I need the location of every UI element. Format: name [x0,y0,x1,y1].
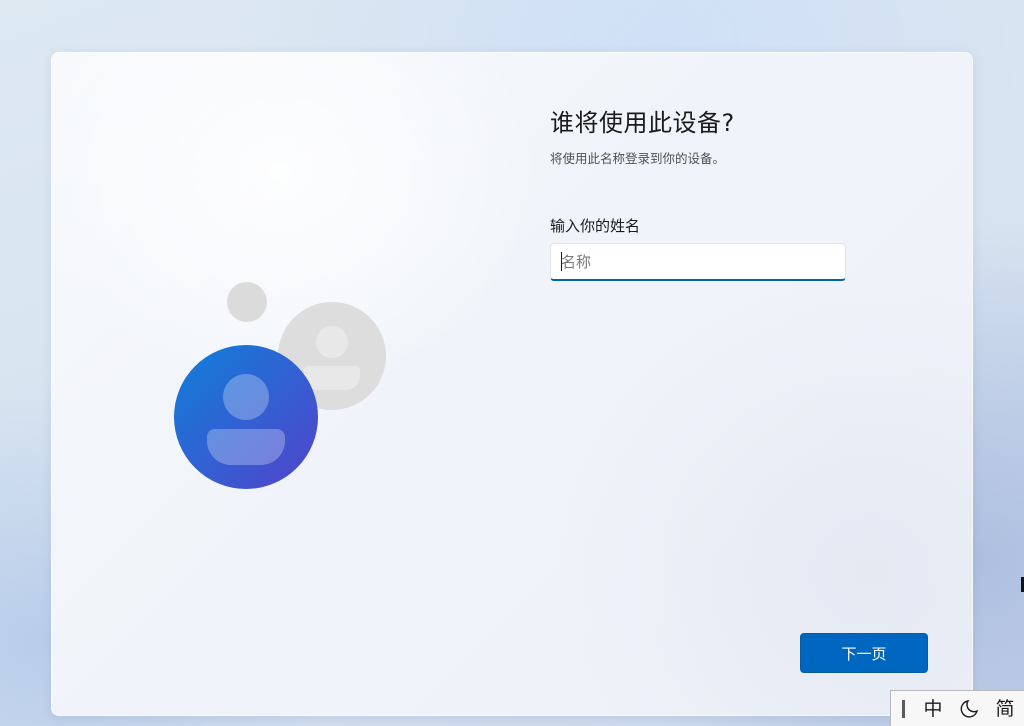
primary-user-icon [174,345,318,489]
setup-content: 谁将使用此设备? 将使用此名称登录到你的设备。 输入你的姓名 [550,106,890,281]
page-subtitle: 将使用此名称登录到你的设备。 [550,151,726,166]
half-moon-icon[interactable] [951,691,987,726]
small-dot-decoration [227,282,267,322]
ime-charset-toggle[interactable]: 简 [987,691,1023,726]
next-button[interactable]: 下一页 [800,633,928,673]
ime-toolbar: 中 简 [890,690,1024,726]
ime-drag-handle[interactable] [902,699,905,718]
name-input[interactable] [551,244,845,279]
name-field-label: 输入你的姓名 [550,217,641,235]
users-illustration [174,282,386,489]
name-input-container[interactable] [550,243,846,281]
text-caret [561,252,562,271]
ime-mode-toggle[interactable]: 中 [915,691,951,726]
setup-card: 谁将使用此设备? 将使用此名称登录到你的设备。 输入你的姓名 下一页 [51,52,973,716]
page-title: 谁将使用此设备? [550,109,735,137]
